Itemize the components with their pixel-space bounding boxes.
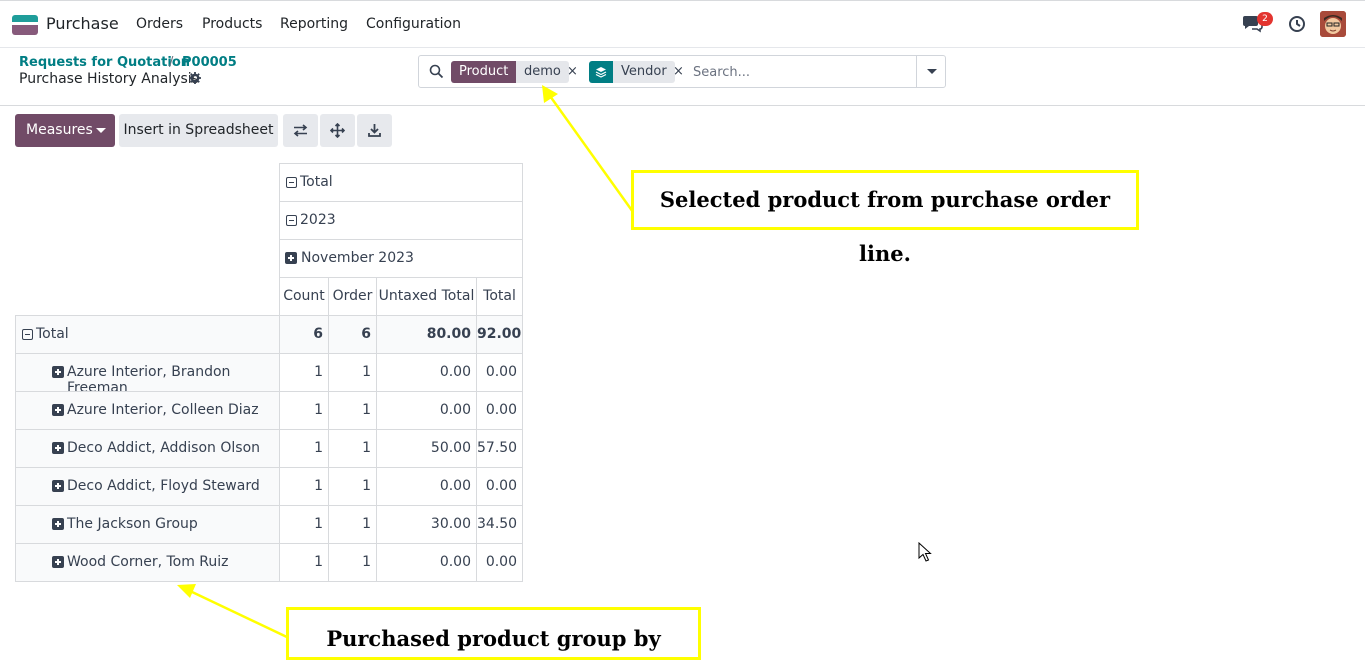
callout-selected-product: Selected product from purchase order lin… (631, 170, 1139, 266)
arrow-line-bottom (189, 589, 290, 640)
mouse-cursor-icon (918, 542, 932, 562)
arrow-line-top (548, 95, 635, 213)
annotation-arrows (177, 85, 635, 640)
arrow-head-bottom (177, 584, 196, 598)
arrow-head-top (542, 85, 558, 103)
callout-group-by-vendor: Purchased product group by vendor (286, 607, 701, 660)
